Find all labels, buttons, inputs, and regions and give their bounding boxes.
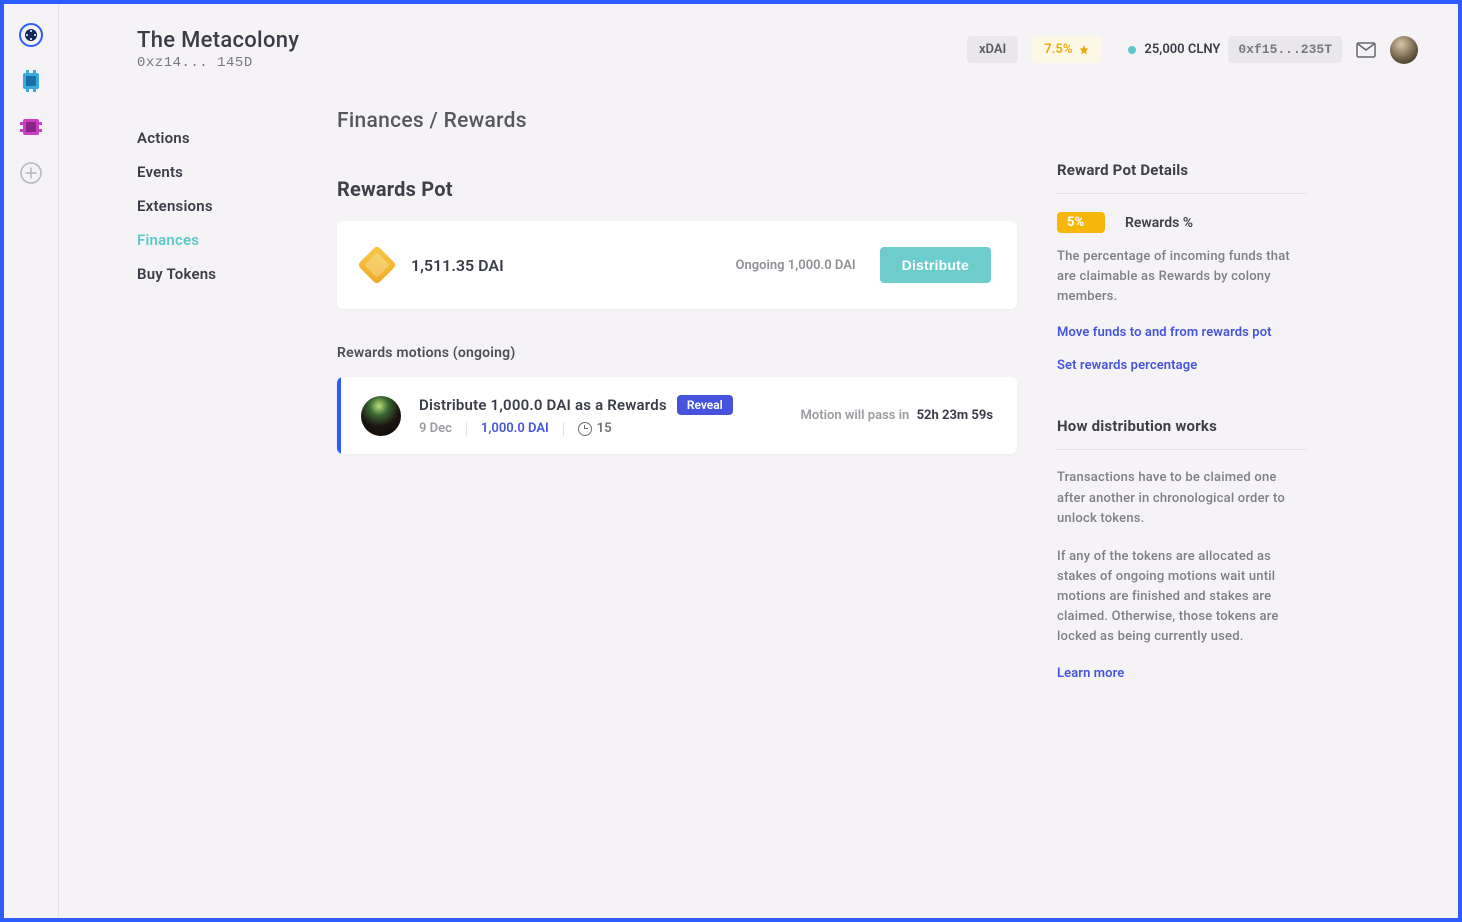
- motions-title: Rewards motions (ongoing): [337, 345, 1017, 361]
- sidebar-add-button[interactable]: [18, 160, 44, 186]
- details-title: Reward Pot Details: [1057, 161, 1307, 179]
- motion-card[interactable]: Distribute 1,000.0 DAI as a Rewards Reve…: [337, 377, 1017, 454]
- link-learn-more[interactable]: Learn more: [1057, 666, 1307, 681]
- motion-author-avatar[interactable]: [361, 396, 401, 436]
- breadcrumb: Finances / Rewards: [337, 109, 1017, 133]
- percent-chip[interactable]: 7.5%: [1032, 36, 1102, 63]
- nav-item-events[interactable]: Events: [137, 155, 297, 189]
- divider: [1057, 449, 1307, 450]
- motion-count: 15: [597, 421, 612, 436]
- colony-address: 0xz14... 145D: [137, 55, 299, 71]
- percent-label: Rewards %: [1125, 215, 1193, 231]
- nav-item-actions[interactable]: Actions: [137, 121, 297, 155]
- header: The Metacolony 0xz14... 145D xDAI 7.5% 2…: [59, 4, 1458, 81]
- clock-icon: [578, 422, 592, 436]
- rewards-pot-title: Rewards Pot: [337, 177, 1017, 201]
- distribute-button[interactable]: Distribute: [880, 247, 991, 283]
- nav-item-buy-tokens[interactable]: Buy Tokens: [137, 257, 297, 291]
- pot-balance: 1,511.35 DAI: [411, 256, 504, 275]
- network-chip[interactable]: xDAI: [967, 36, 1018, 63]
- details-panel: Reward Pot Details 5% Rewards % The perc…: [1057, 101, 1307, 918]
- wallet-address-chip: 0xf15...235T: [1228, 36, 1342, 63]
- percent-chip-value: 7.5%: [1044, 42, 1072, 57]
- sidebar-app-2[interactable]: [18, 68, 44, 94]
- rewards-pot-card: 1,511.35 DAI Ongoing 1,000.0 DAI Distrib…: [337, 221, 1017, 309]
- motion-timer: Motion will pass in 52h 23m 59s: [801, 408, 994, 423]
- colony-title: The Metacolony: [137, 28, 299, 53]
- pot-ongoing: Ongoing 1,000.0 DAI: [736, 258, 856, 273]
- how-title: How distribution works: [1057, 417, 1307, 435]
- balance-value: 25,000 CLNY: [1144, 42, 1220, 57]
- motion-title: Distribute 1,000.0 DAI as a Rewards: [419, 396, 667, 414]
- nav-item-extensions[interactable]: Extensions: [137, 189, 297, 223]
- user-avatar[interactable]: [1390, 36, 1418, 64]
- how-p1: Transactions have to be claimed one afte…: [1057, 468, 1307, 528]
- dai-token-icon: [357, 245, 397, 285]
- nav-item-finances[interactable]: Finances: [137, 223, 297, 257]
- separator: [563, 422, 564, 436]
- how-p2: If any of the tokens are allocated as st…: [1057, 547, 1307, 648]
- mail-icon[interactable]: [1356, 42, 1376, 58]
- percent-badge: 5%: [1057, 212, 1105, 233]
- timer-prefix: Motion will pass in: [801, 408, 910, 423]
- link-move-funds[interactable]: Move funds to and from rewards pot: [1057, 325, 1307, 340]
- percent-description: The percentage of incoming funds that ar…: [1057, 247, 1307, 307]
- dot-icon: [1128, 46, 1136, 54]
- side-nav: Actions Events Extensions Finances Buy T…: [137, 101, 297, 918]
- sidebar-app-1[interactable]: [18, 22, 44, 48]
- sidebar-app-3[interactable]: [18, 114, 44, 140]
- link-set-percentage[interactable]: Set rewards percentage: [1057, 358, 1307, 373]
- reveal-badge: Reveal: [677, 395, 733, 415]
- timer-value: 52h 23m 59s: [917, 408, 993, 423]
- balance-chip[interactable]: 25,000 CLNY 0xf15...235T: [1116, 30, 1342, 69]
- separator: [466, 422, 467, 436]
- motion-accent: [337, 377, 341, 454]
- divider: [1057, 193, 1307, 194]
- motion-amount: 1,000.0 DAI: [481, 421, 549, 436]
- mini-sidebar: [4, 4, 59, 918]
- star-icon: [1078, 44, 1090, 56]
- motion-date: 9 Dec: [419, 421, 452, 436]
